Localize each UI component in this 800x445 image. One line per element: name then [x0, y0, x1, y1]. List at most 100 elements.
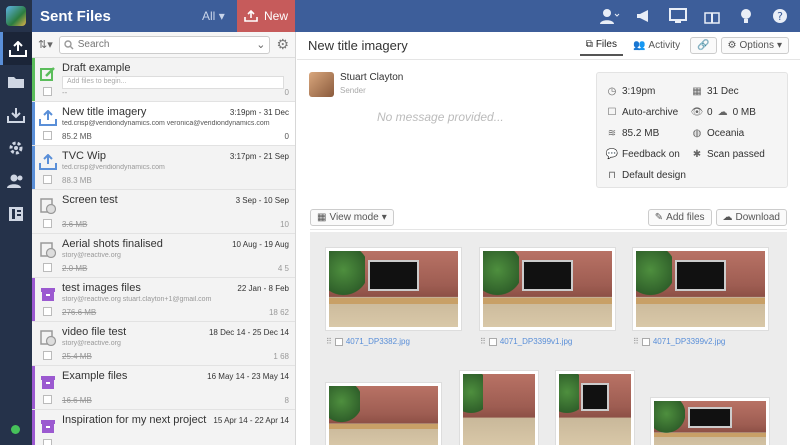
gear-icon: ⚙ [727, 40, 737, 51]
list-item[interactable]: Inspiration for my next project 15 Apr 14… [32, 410, 295, 445]
drag-handle-icon[interactable]: ⠿ [633, 337, 639, 346]
item-checkbox[interactable] [43, 439, 52, 445]
lightbulb-icon[interactable] [736, 6, 756, 26]
list-item[interactable]: Aerial shots finalised 10 Aug - 19 Aug sto… [32, 234, 295, 278]
item-checkbox[interactable] [43, 395, 52, 404]
add-files-button[interactable]: ✎ Add files [647, 209, 712, 226]
cloud-download-icon: ☁ [722, 212, 733, 223]
rail-item-sent[interactable] [0, 32, 32, 65]
gift-icon[interactable] [702, 6, 722, 26]
file-card[interactable] [650, 397, 770, 445]
eye-icon: 👁 [690, 107, 704, 118]
view-mode-button[interactable]: ▦ View mode ▾ [310, 209, 394, 226]
monitor-icon[interactable] [668, 6, 688, 26]
file-name[interactable]: 4071_DP3399v2.jpg [653, 337, 726, 346]
expired-file-icon [39, 241, 57, 259]
list-item[interactable]: TVC Wip 3:17pm - 21 Sep ted.crisp@veridion… [32, 146, 295, 190]
download-label: Download [735, 212, 780, 223]
file-card[interactable] [555, 370, 635, 445]
item-date: 3:17pm - 21 Sep [229, 152, 289, 161]
options-button[interactable]: ⚙ Options ▾ [720, 37, 789, 54]
app-logo[interactable] [0, 0, 32, 32]
list-item[interactable]: test images files 22 Jan - 8 Feb story@rea… [32, 278, 295, 322]
item-checkbox[interactable] [43, 175, 52, 184]
item-size: 2.0 MB [62, 264, 88, 273]
list-item[interactable]: Draft example Add files to begin... -- 0 [32, 58, 295, 102]
search-icon [64, 39, 74, 49]
chevron-down-icon[interactable]: ⌄ [256, 38, 265, 51]
detail-tabs: ⧉ Files 👥 Activity 🔗 ⚙ Options ▾ [579, 35, 789, 56]
rail-item-users[interactable] [0, 164, 32, 197]
search-input[interactable] [77, 39, 248, 50]
rail-item-inbox[interactable] [0, 98, 32, 131]
drag-handle-icon[interactable]: ⠿ [480, 337, 486, 346]
list-item[interactable]: Example files 16 May 14 - 23 May 14 16.6 M… [32, 366, 295, 410]
branding-icon [9, 206, 23, 221]
new-transfer-button[interactable]: New [237, 0, 295, 32]
file-checkbox[interactable] [334, 337, 343, 346]
file-card[interactable]: ⠿ 4071_DP3399v2.jpg [632, 247, 769, 346]
link-icon: 🔗 [697, 40, 710, 51]
rail-item-folders[interactable] [0, 65, 32, 98]
search-box[interactable]: ⌄ [58, 35, 271, 54]
tab-files-label: Files [595, 39, 617, 50]
detail-date-value: 31 Dec [707, 86, 739, 97]
avatar [309, 72, 334, 97]
item-checkbox[interactable] [43, 131, 52, 140]
inbox-icon [7, 107, 25, 123]
file-card[interactable] [459, 370, 539, 445]
file-checkbox[interactable] [641, 337, 650, 346]
item-checkbox[interactable] [43, 87, 52, 96]
file-name[interactable]: 4071_DP3399v1.jpg [500, 337, 573, 346]
user-menu-icon[interactable] [600, 6, 620, 26]
help-icon[interactable]: ? [770, 6, 790, 26]
item-checkbox[interactable] [43, 263, 52, 272]
drag-handle-icon[interactable]: ⠿ [326, 337, 332, 346]
download-button[interactable]: ☁ Download [715, 209, 787, 226]
item-checkbox[interactable] [43, 219, 52, 228]
item-size: 276.6 MB [62, 308, 97, 317]
file-thumbnail [329, 251, 458, 327]
filter-dropdown[interactable]: All ▾ [202, 9, 225, 23]
sort-icon[interactable]: ⇅▾ [38, 38, 53, 51]
item-date: 3:19pm - 31 Dec [229, 108, 289, 117]
file-card[interactable] [325, 382, 442, 445]
item-size: 3.6 MB [62, 220, 88, 229]
users-icon [7, 174, 23, 188]
archive-box-icon [39, 285, 57, 303]
item-checkbox[interactable] [43, 307, 52, 316]
list-item[interactable]: video file test 18 Dec 14 - 25 Dec 14 stor… [32, 322, 295, 366]
tab-files[interactable]: ⧉ Files [579, 35, 623, 56]
checkbox-icon[interactable]: ☐ [607, 107, 617, 118]
new-button-label: New [263, 9, 288, 23]
clock-icon: ◷ [607, 86, 617, 97]
rail-item-settings[interactable] [0, 131, 32, 164]
tab-activity[interactable]: 👥 Activity [627, 36, 686, 55]
sender-block: Stuart Clayton Sender [309, 72, 403, 97]
file-card[interactable]: ⠿ 4071_DP3382.jpg [325, 247, 462, 346]
file-card[interactable]: ⠿ 4071_DP3399v1.jpg [479, 247, 616, 346]
file-checkbox[interactable] [488, 337, 497, 346]
list-item[interactable]: New title imagery 3:19pm - 31 Dec ted.cris… [32, 102, 295, 146]
draft-input[interactable]: Add files to begin... [62, 76, 284, 89]
item-counts: 8 [284, 396, 289, 405]
upload-icon [39, 109, 57, 127]
megaphone-icon[interactable] [634, 6, 654, 26]
item-date: 15 Apr 14 - 22 Apr 14 [213, 416, 289, 425]
file-name[interactable]: 4071_DP3382.jpg [346, 337, 410, 346]
link-button[interactable]: 🔗 [690, 37, 717, 54]
status-bar [32, 366, 35, 409]
rail-item-branding[interactable] [0, 197, 32, 230]
item-size: 88.3 MB [62, 176, 92, 185]
sender-role: Sender [340, 86, 366, 95]
cloud-download-icon: ☁ [717, 107, 728, 118]
upload-icon [8, 40, 27, 57]
detail-downloads: 👁 0 ☁ 0 MB [690, 107, 777, 118]
list-item[interactable]: Screen test 3 Sep - 10 Sep 3.6 MB 10 [32, 190, 295, 234]
auto-archive-toggle[interactable]: ☐ Auto-archive [607, 107, 692, 118]
file-caption: ⠿ 4071_DP3382.jpg [326, 337, 410, 346]
item-checkbox[interactable] [43, 351, 52, 360]
archive-box-icon [39, 417, 57, 435]
detail-header: New title imagery ⧉ Files 👥 Activity 🔗 ⚙ Op… [297, 32, 800, 60]
gear-icon[interactable]: ⚙ [276, 36, 289, 53]
